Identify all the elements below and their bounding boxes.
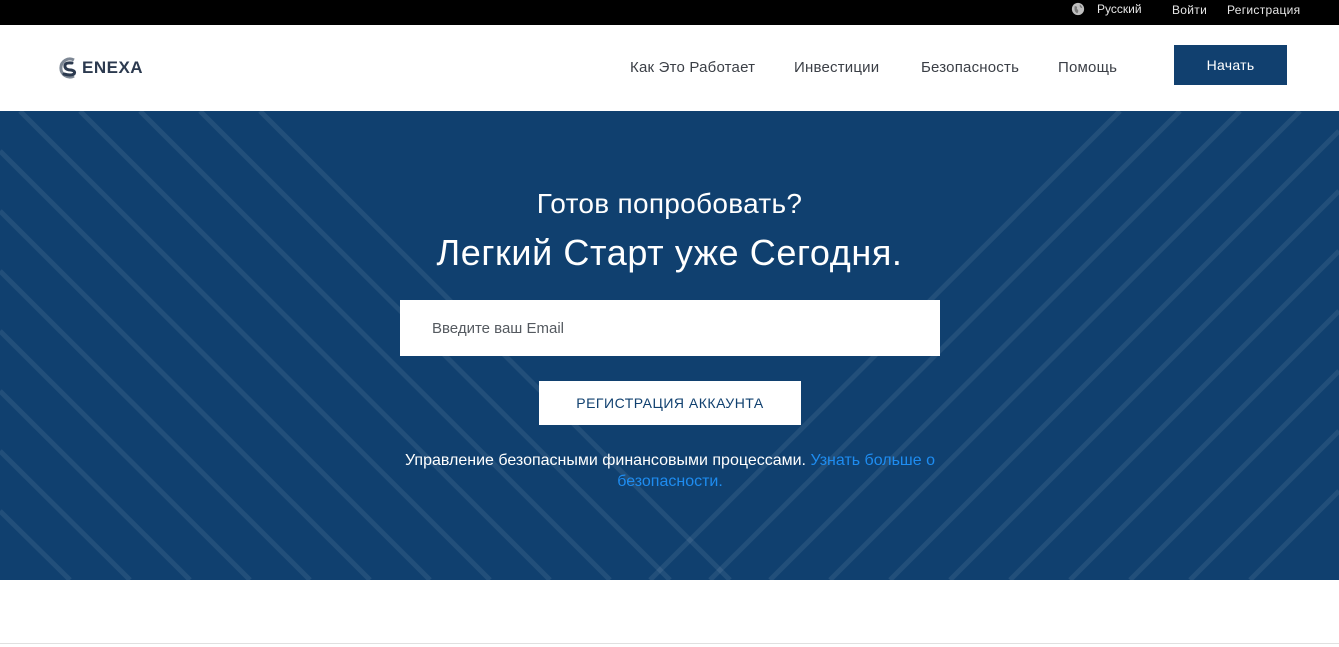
nav-how-it-works[interactable]: Как Это Работает <box>630 59 755 76</box>
hero-title: Легкий Старт уже Сегодня. <box>436 232 903 273</box>
login-link[interactable]: Войти <box>1172 3 1207 17</box>
language-label: Русский <box>1097 2 1142 16</box>
hero-section: Готов попробовать? Легкий Старт уже Сего… <box>0 111 1339 580</box>
language-selector[interactable]: Русский <box>1071 2 1142 16</box>
globe-icon <box>1071 2 1085 16</box>
site-header: ENEXA Как Это Работает Инвестиции Безопа… <box>0 25 1339 111</box>
logo-mark-icon <box>55 55 81 81</box>
register-link[interactable]: Регистрация <box>1227 3 1300 17</box>
logo[interactable]: ENEXA <box>55 55 143 81</box>
register-account-button[interactable]: РЕГИСТРАЦИЯ АККАУНТА <box>539 381 801 425</box>
nav-security[interactable]: Безопасность <box>921 59 1019 76</box>
email-input[interactable] <box>400 300 940 356</box>
security-note: Управление безопасными финансовыми проце… <box>400 450 940 492</box>
logo-text: ENEXA <box>82 58 144 77</box>
security-text: Управление безопасными финансовыми проце… <box>404 452 806 469</box>
start-button[interactable]: Начать <box>1174 45 1287 85</box>
top-bar: Русский Войти Регистрация <box>0 0 1339 25</box>
nav-help[interactable]: Помощь <box>1058 59 1117 76</box>
hero-subtitle: Готов попробовать? <box>536 188 803 219</box>
nav-investments[interactable]: Инвестиции <box>794 59 879 76</box>
divider <box>0 643 1339 644</box>
